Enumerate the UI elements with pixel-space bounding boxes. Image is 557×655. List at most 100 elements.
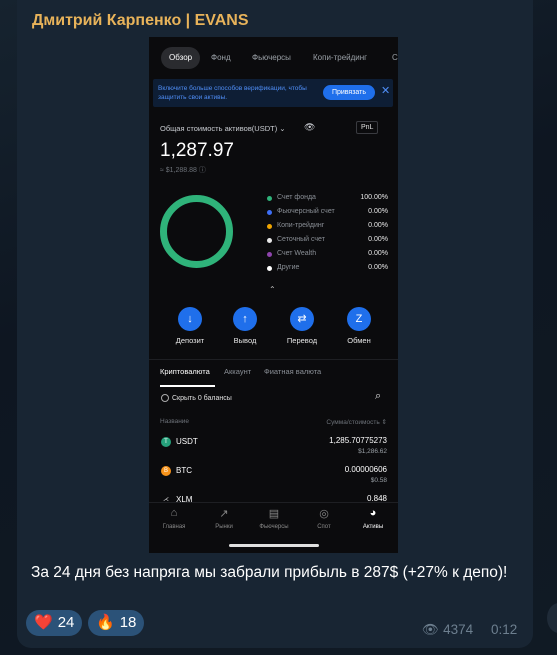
asset-name: USDT [176,437,198,446]
nav-label: Рынки [215,524,233,530]
bind-button: Привязать [323,85,375,100]
legend-value: 100.00% [360,194,388,201]
legend-dot-icon [267,238,272,243]
legend-label: Другие [277,264,300,271]
spot-icon: ◎ [319,508,329,520]
nav-label: Главная [162,524,186,530]
legend-value: 0.00% [368,250,388,257]
tab-more: С [392,53,398,62]
legend-label: Сеточный счет [277,236,325,243]
asset-usd-value: $1,286.62 [358,448,387,455]
eye-icon: 👁 [304,122,316,132]
legend-item: Счет Wealth 0.00% [265,249,390,263]
usdt-icon: T [161,437,171,447]
banner-text: Включите больше способов верификации, чт… [158,85,307,101]
legend-dot-icon [267,210,272,215]
withdraw-action: ↑ Вывод [220,307,270,345]
legend-value: 0.00% [368,264,388,271]
views-counter: 👁 4374 [422,622,473,638]
legend-label: Счет Wealth [277,250,317,257]
nav-markets: ↗ Рынки [199,507,249,530]
nav-assets: ◕ Активы [348,507,398,530]
reaction-count: 18 [119,614,137,631]
transfer-icon: ⇄ [290,307,314,331]
reaction-fire[interactable]: 🔥 18 [88,610,145,636]
action-label: Перевод [286,336,318,345]
verification-banner: Включите больше способов верификации, чт… [153,79,393,107]
exchange-tabs: Обзор Фонд Фьючерсы Копи-трейдинг С [149,47,398,69]
tab-copy-trading: Копи-трейдинг [313,53,368,62]
tab-overview: Обзор [161,47,201,69]
subtab-account: Аккаунт [224,367,252,376]
message-author[interactable]: Дмитрий Карпенко | EVANS [32,12,249,30]
legend-value: 0.00% [368,208,388,215]
asset-row: T USDT 1,285.70775273 $1,286.62 [149,435,398,465]
reaction-heart[interactable]: ❤️ 24 [26,610,83,636]
arrow-down-icon: ↓ [178,307,202,331]
action-label: Вывод [233,336,257,345]
legend-label: Фьючерсный счет [277,208,335,215]
column-header-name: Название [160,418,190,425]
total-usd-value: ≈ $1,288.88 ⓘ [160,167,206,174]
allocation-legend: Счет фонда 100.00% Фьючерсный счет 0.00%… [265,193,390,277]
nav-futures: ▤ Фьючерсы [249,507,299,530]
heart-icon: ❤️ [34,614,53,631]
message-time: 0:12 [491,622,518,637]
column-header-sum: Сумма/стоимость ⇕ [326,419,387,426]
pnl-button: PnL [356,121,379,134]
active-tab-indicator [160,385,215,387]
total-assets-label: Общая стоимость активов(USDT) ⌄ [160,124,286,133]
arrow-up-icon: ↑ [233,307,257,331]
divider [149,359,398,360]
legend-item: Сеточный счет 0.00% [265,235,390,249]
nav-label: Активы [362,524,384,530]
legend-dot-icon [267,196,272,201]
asset-usd-value: $0.58 [370,477,387,484]
asset-subtabs: Криптовалюта Аккаунт Фиатная валюта [149,363,398,387]
legend-item: Копи-трейдинг 0.00% [265,221,390,235]
asset-amount: 1,285.70775273 [329,436,387,445]
subtab-fiat: Фиатная валюта [264,367,322,376]
legend-item: Счет фонда 100.00% [265,193,390,207]
total-assets-value: 1,287.97 [160,140,234,161]
document-icon: ▤ [268,508,280,520]
deposit-action: ↓ Депозит [165,307,215,345]
legend-item: Другие 0.00% [265,263,390,277]
legend-dot-icon [267,224,272,229]
nav-spot: ◎ Спот [299,507,349,530]
views-count: 4374 [443,622,474,637]
exchange-icon: Z [347,307,371,331]
legend-value: 0.00% [368,236,388,243]
action-label: Депозит [175,336,205,345]
legend-value: 0.00% [368,222,388,229]
legend-label: Счет фонда [277,194,316,201]
hide-zero-label: Скрыть 0 балансы [172,395,232,402]
radio-icon [161,394,169,402]
action-label: Обмен [347,336,371,345]
nav-home: ⌂ Главная [149,507,199,530]
home-indicator [229,544,319,547]
eye-icon: 👁 [422,622,440,637]
legend-item: Фьючерсный счет 0.00% [265,207,390,221]
asset-amount: 0.00000606 [344,465,387,474]
legend-dot-icon [267,266,272,271]
nav-label: Спот [317,524,331,530]
tab-futures: Фьючерсы [252,53,291,62]
legend-dot-icon [267,252,272,257]
asset-name: BTC [176,466,192,475]
close-icon: ✕ [381,85,391,97]
tab-fund: Фонд [211,53,231,62]
pie-chart-icon: ◕ [369,507,377,519]
chart-icon: ↗ [219,508,229,520]
collapse-icon: ⌃ [269,285,276,294]
nav-label: Фьючерсы [259,524,289,530]
legend-label: Копи-трейдинг [277,222,325,229]
asset-row: B BTC 0.00000606 $0.58 [149,464,398,494]
screenshot-image[interactable]: Обзор Фонд Фьючерсы Копи-трейдинг С Вклю… [149,37,398,553]
allocation-donut-chart [160,195,233,268]
bottom-navigation: ⌂ Главная ↗ Рынки ▤ Фьючерсы ◎ Спот ◕ Ак… [149,502,398,542]
btc-icon: B [161,466,171,476]
transfer-action: ⇄ Перевод [277,307,327,345]
message-text: За 24 дня без напряга мы забрали прибыль… [31,564,508,581]
subtab-crypto: Криптовалюта [160,367,210,376]
